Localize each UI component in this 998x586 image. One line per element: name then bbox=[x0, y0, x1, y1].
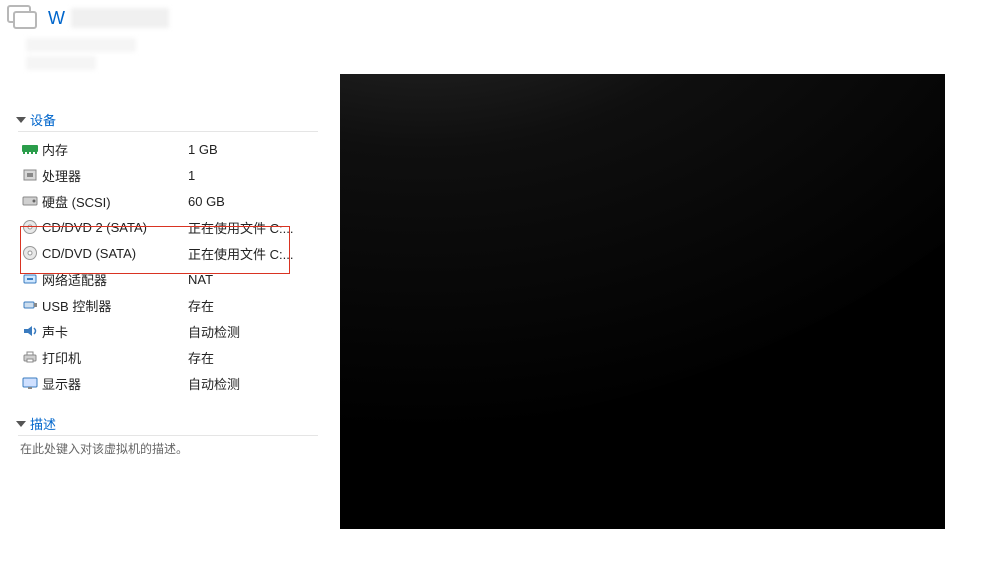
display-icon bbox=[22, 376, 42, 390]
device-label: CD/DVD 2 (SATA) bbox=[42, 220, 188, 235]
network-icon bbox=[22, 272, 42, 286]
device-label: 打印机 bbox=[42, 348, 188, 367]
device-row-display[interactable]: 显示器 自动检测 bbox=[18, 370, 318, 396]
disc-icon bbox=[22, 219, 42, 235]
device-label: 声卡 bbox=[42, 322, 188, 341]
device-value: 正在使用文件 C:... bbox=[188, 244, 318, 263]
device-value: 自动检测 bbox=[188, 322, 318, 341]
device-label: USB 控制器 bbox=[42, 296, 188, 315]
device-label: 内存 bbox=[42, 140, 188, 159]
device-row-cpu[interactable]: 处理器 1 bbox=[18, 162, 318, 188]
device-row-harddisk[interactable]: 硬盘 (SCSI) 60 GB bbox=[18, 188, 318, 214]
device-label: CD/DVD (SATA) bbox=[42, 246, 188, 261]
device-row-cddvd[interactable]: CD/DVD (SATA) 正在使用文件 C:... bbox=[18, 240, 318, 266]
device-value: 存在 bbox=[188, 348, 318, 367]
left-panel: 设备 内存 1 GB 处理器 1 硬盘 (SCS bbox=[18, 70, 318, 529]
device-value: 正在使用文件 C:... bbox=[188, 218, 318, 237]
device-value: 1 bbox=[188, 168, 318, 183]
device-value: 1 GB bbox=[188, 142, 318, 157]
vm-header: W bbox=[0, 0, 998, 70]
devices-header-label: 设备 bbox=[30, 110, 56, 129]
device-list: 内存 1 GB 处理器 1 硬盘 (SCSI) 60 GB bbox=[18, 136, 318, 396]
devices-section-header[interactable]: 设备 bbox=[18, 110, 318, 132]
chevron-down-icon bbox=[16, 117, 26, 123]
device-value: 自动检测 bbox=[188, 374, 318, 393]
device-label: 硬盘 (SCSI) bbox=[42, 192, 188, 211]
vm-title-letter: W bbox=[48, 8, 65, 29]
vm-stack-icon bbox=[6, 4, 42, 32]
description-header-label: 描述 bbox=[30, 414, 56, 433]
harddisk-icon bbox=[22, 195, 42, 207]
header-blur-2 bbox=[26, 56, 96, 70]
device-row-memory[interactable]: 内存 1 GB bbox=[18, 136, 318, 162]
header-blur-1 bbox=[26, 38, 136, 52]
description-section-header[interactable]: 描述 bbox=[18, 414, 318, 436]
device-row-printer[interactable]: 打印机 存在 bbox=[18, 344, 318, 370]
device-row-sound[interactable]: 声卡 自动检测 bbox=[18, 318, 318, 344]
device-label: 显示器 bbox=[42, 374, 188, 393]
memory-icon bbox=[22, 143, 42, 155]
main-area: 设备 内存 1 GB 处理器 1 硬盘 (SCS bbox=[0, 70, 998, 529]
description-placeholder[interactable]: 在此处键入对该虚拟机的描述。 bbox=[18, 440, 318, 457]
vm-screen-preview[interactable] bbox=[340, 74, 945, 529]
usb-icon bbox=[22, 298, 42, 312]
device-value: NAT bbox=[188, 272, 318, 287]
device-label: 处理器 bbox=[42, 166, 188, 185]
vm-title-row: W bbox=[6, 4, 992, 32]
device-row-network[interactable]: 网络适配器 NAT bbox=[18, 266, 318, 292]
cpu-icon bbox=[22, 168, 42, 182]
chevron-down-icon bbox=[16, 421, 26, 427]
printer-icon bbox=[22, 350, 42, 364]
device-value: 60 GB bbox=[188, 194, 318, 209]
device-row-cddvd2[interactable]: CD/DVD 2 (SATA) 正在使用文件 C:... bbox=[18, 214, 318, 240]
sound-icon bbox=[22, 324, 42, 338]
disc-icon bbox=[22, 245, 42, 261]
device-value: 存在 bbox=[188, 296, 318, 315]
device-label: 网络适配器 bbox=[42, 270, 188, 289]
device-row-usb[interactable]: USB 控制器 存在 bbox=[18, 292, 318, 318]
vm-title-blurred bbox=[71, 8, 169, 28]
